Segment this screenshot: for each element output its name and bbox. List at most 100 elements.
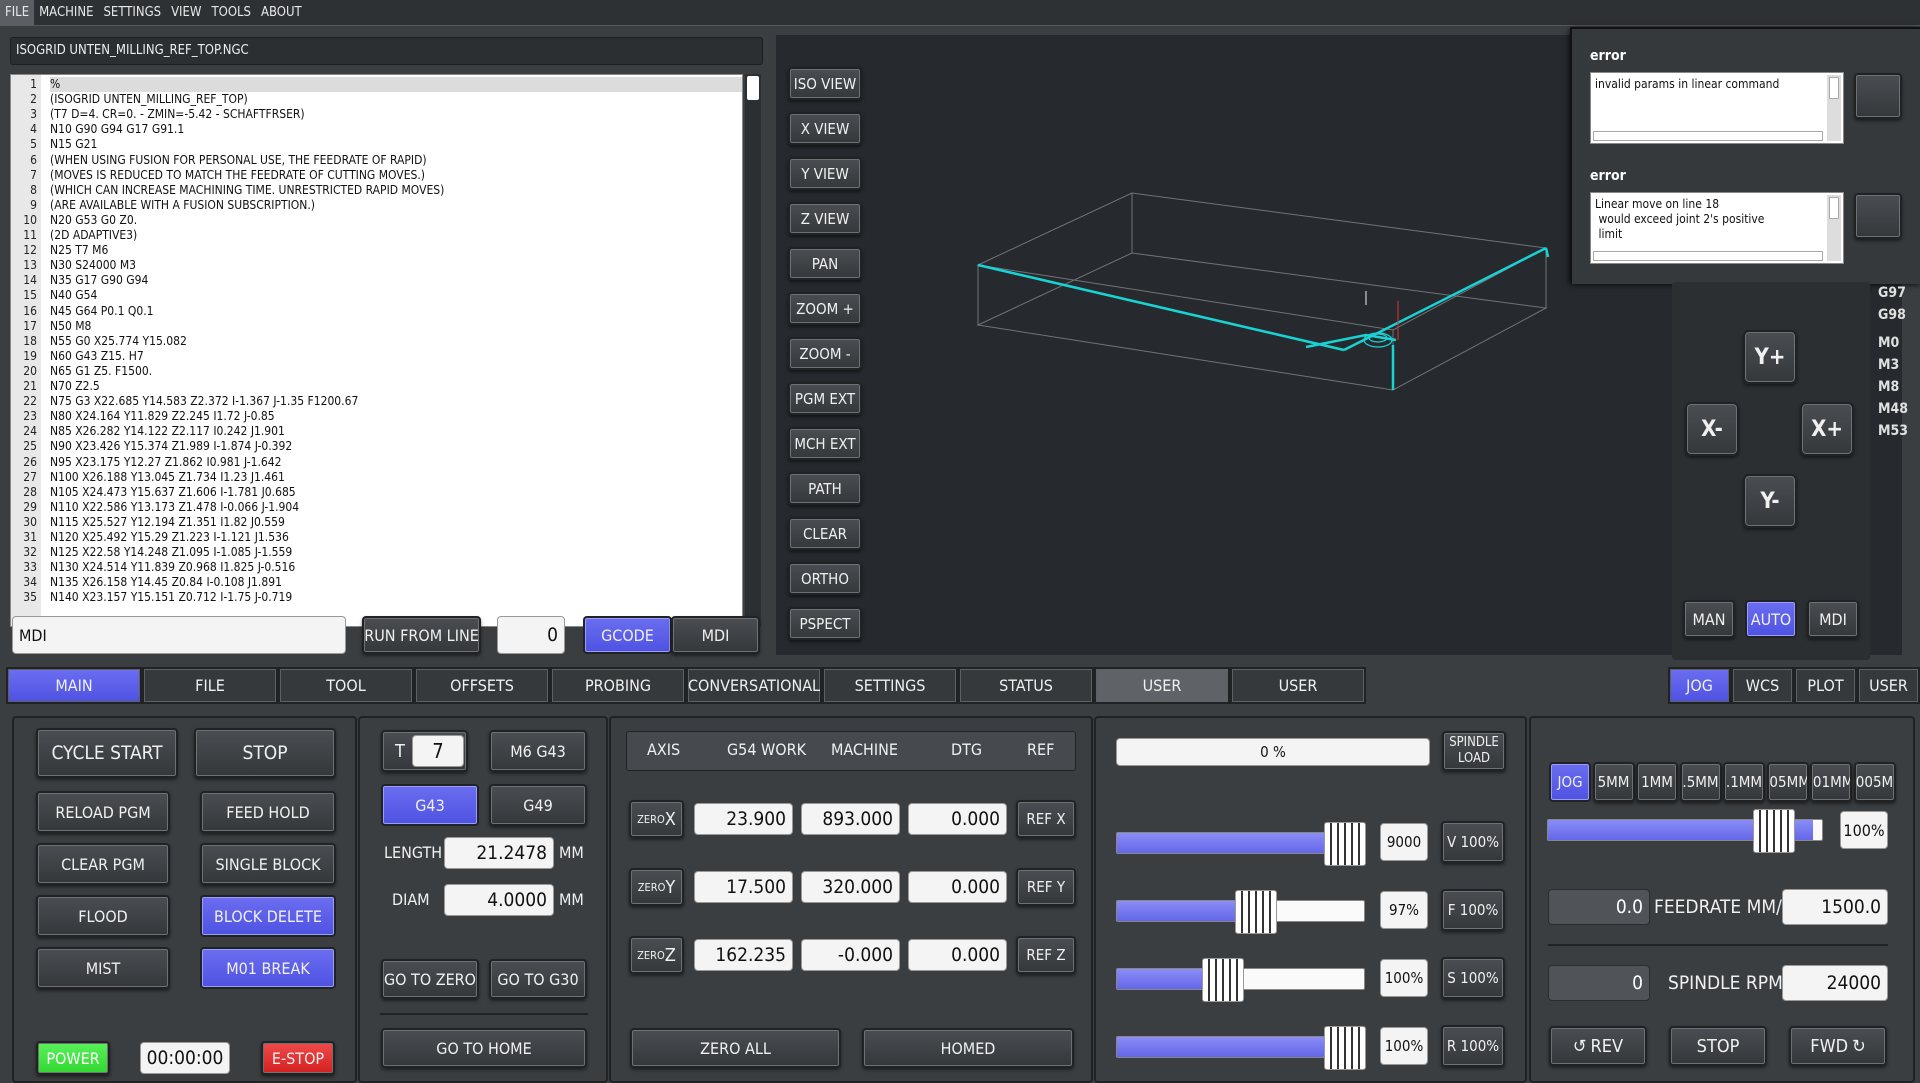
tool-number-field[interactable]: 7 <box>412 735 464 767</box>
feed-override-slider[interactable] <box>1116 890 1365 934</box>
spindle-stop-button[interactable]: STOP <box>1669 1026 1767 1066</box>
right-tab-user[interactable]: USER <box>1857 667 1920 704</box>
spindle-override-slider[interactable] <box>1116 958 1365 1002</box>
gcode-line[interactable]: N120 X25.492 Y15.29 Z1.223 I-1.121 J1.53… <box>50 530 289 545</box>
menu-about[interactable]: ABOUT <box>256 0 307 26</box>
feedrate-value[interactable]: 1500.0 <box>1782 889 1888 925</box>
feed-override-reset-button[interactable]: F 100% <box>1441 889 1505 931</box>
mist-button[interactable]: MIST <box>36 947 170 989</box>
homed-button[interactable]: HOMED <box>862 1028 1074 1068</box>
gcode-line[interactable]: N20 G53 G0 Z0. <box>50 213 137 228</box>
view-button-zoom-[interactable]: ZOOM + <box>788 292 862 325</box>
ref-z-button[interactable]: REF Z <box>1016 936 1076 974</box>
jog-increment-5mm[interactable]: 5MM <box>1592 762 1635 802</box>
gcode-line[interactable]: N125 X22.58 Y14.248 Z1.095 I-1.085 J-1.5… <box>50 545 292 560</box>
zero-all-button[interactable]: ZERO ALL <box>630 1028 841 1068</box>
tab-conversational[interactable]: CONVERSATIONAL <box>686 667 822 704</box>
menu-machine[interactable]: MACHINE <box>34 0 98 26</box>
gcode-line[interactable]: (MOVES IS REDUCED TO MATCH THE FEEDRATE … <box>50 168 425 183</box>
go-to-zero-button[interactable]: GO TO ZERO <box>381 959 479 999</box>
jog-rate-slider[interactable] <box>1547 809 1823 853</box>
error-text-2[interactable]: Linear move on line 18 would exceed join… <box>1590 192 1844 264</box>
spindle-rev-button[interactable]: ↺ REV <box>1549 1026 1647 1066</box>
view-button-path[interactable]: PATH <box>788 472 862 505</box>
tab-offsets[interactable]: OFFSETS <box>414 667 550 704</box>
gcode-line[interactable]: N50 M8 <box>50 319 91 334</box>
rapid-override-slider[interactable] <box>1116 822 1367 866</box>
gcode-line[interactable]: N115 X25.527 Y12.194 Z1.351 I1.82 J0.559 <box>50 515 285 530</box>
view-button-pan[interactable]: PAN <box>788 247 862 280</box>
rapid-2-override-reset-button[interactable]: R 100% <box>1441 1025 1505 1067</box>
clear-pgm-button[interactable]: CLEAR PGM <box>36 843 170 885</box>
gcode-line[interactable]: N75 G3 X22.685 Y14.583 Z2.372 I-1.367 J-… <box>50 394 358 409</box>
right-tab-jog[interactable]: JOG <box>1668 667 1731 704</box>
mode-manual-button[interactable]: MAN <box>1683 600 1735 638</box>
feed-hold-button[interactable]: FEED HOLD <box>200 791 336 833</box>
single-block-button[interactable]: SINGLE BLOCK <box>200 843 336 885</box>
jog-x-minus-button[interactable]: X- <box>1685 402 1739 456</box>
g49-button[interactable]: G49 <box>489 784 587 826</box>
error-dismiss-button-2[interactable] <box>1854 193 1902 239</box>
gcode-line[interactable]: N55 G0 X25.774 Y15.082 <box>50 334 187 349</box>
spindle-rpm-value[interactable]: 24000 <box>1782 965 1888 1001</box>
run-from-line-button[interactable]: RUN FROM LINE <box>362 616 481 654</box>
view-button-y-view[interactable]: Y VIEW <box>788 157 862 190</box>
zero-x-button[interactable]: ZERO X <box>629 800 684 838</box>
gcode-line[interactable]: (WHEN USING FUSION FOR PERSONAL USE, THE… <box>50 153 427 168</box>
gcode-line[interactable]: (2D ADAPTIVE3) <box>50 228 137 243</box>
jog-increment-p5mm[interactable]: .5MM <box>1679 762 1722 802</box>
gcode-line[interactable]: N45 G64 P0.1 Q0.1 <box>50 304 154 319</box>
power-button[interactable]: POWER <box>36 1041 110 1075</box>
gcode-scrollbar[interactable] <box>745 74 761 627</box>
zero-z-button[interactable]: ZERO Z <box>629 936 684 974</box>
go-to-g30-button[interactable]: GO TO G30 <box>489 959 587 999</box>
gcode-viewer[interactable]: 1 2 3 4 5 6 7 8 9 10 11 12 13 14 15 16 17 18 19 20 21 22 23 24 2… <box>10 74 743 627</box>
slider-handle[interactable] <box>1324 1026 1367 1070</box>
gcode-line[interactable]: N70 Z2.5 <box>50 379 100 394</box>
tab-gcode[interactable]: GCODE <box>583 616 672 654</box>
menu-file[interactable]: FILE <box>0 0 35 26</box>
jog-rate-handle[interactable] <box>1752 809 1795 853</box>
gcode-line[interactable]: N105 X24.473 Y15.637 Z1.606 I-1.781 J0.6… <box>50 485 296 500</box>
right-tab-wcs[interactable]: WCS <box>1731 667 1794 704</box>
gcode-line[interactable]: N95 X23.175 Y12.27 Z1.862 I0.981 J-1.642 <box>50 455 282 470</box>
jog-increment-jog[interactable]: JOG <box>1549 762 1591 802</box>
gcode-line[interactable]: N35 G17 G90 G94 <box>50 273 148 288</box>
tab-user-2[interactable]: USER <box>1230 667 1366 704</box>
tab-status[interactable]: STATUS <box>958 667 1094 704</box>
menu-view[interactable]: VIEW <box>166 0 206 26</box>
tab-user[interactable]: USER <box>1094 667 1230 704</box>
jog-y-minus-button[interactable]: Y- <box>1743 474 1797 528</box>
slider-handle[interactable] <box>1234 890 1277 934</box>
gcode-line[interactable]: (WHICH CAN INCREASE MACHINING TIME. UNRE… <box>50 183 444 198</box>
estop-button[interactable]: E-STOP <box>261 1041 335 1075</box>
go-to-home-button[interactable]: GO TO HOME <box>381 1028 587 1068</box>
block-delete-button[interactable]: BLOCK DELETE <box>200 895 336 937</box>
view-button-mch-ext[interactable]: MCH EXT <box>788 427 862 460</box>
gcode-line[interactable]: N25 T7 M6 <box>50 243 108 258</box>
menu-tools[interactable]: TOOLS <box>206 0 256 26</box>
gcode-line[interactable]: N40 G54 <box>50 288 97 303</box>
slider-handle[interactable] <box>1324 822 1367 866</box>
right-tab-plot[interactable]: PLOT <box>1794 667 1857 704</box>
gcode-line[interactable]: (T7 D=4. CR=0. - ZMIN=-5.42 - SCHAFTFRSE… <box>50 107 305 122</box>
gcode-scroll-thumb[interactable] <box>747 76 759 100</box>
view-button-clear[interactable]: CLEAR <box>788 517 862 550</box>
gcode-line[interactable]: N15 G21 <box>50 137 97 152</box>
gcode-line[interactable]: N80 X24.164 Y11.829 Z2.245 I1.72 J-0.85 <box>50 409 275 424</box>
run-line-number[interactable]: 0 <box>497 616 565 654</box>
gcode-line[interactable]: (ARE AVAILABLE WITH A FUSION SUBSCRIPTIO… <box>50 198 315 213</box>
spindle-override-reset-button[interactable]: S 100% <box>1441 957 1505 999</box>
cycle-start-button[interactable]: CYCLE START <box>36 728 178 778</box>
menu-settings[interactable]: SETTINGS <box>99 0 167 26</box>
gcode-line[interactable]: N10 G90 G94 G17 G91.1 <box>50 122 184 137</box>
jog-increment-p01mm[interactable]: .01MM <box>1810 762 1852 802</box>
error-dismiss-button-1[interactable] <box>1854 73 1902 119</box>
g43-button[interactable]: G43 <box>381 784 479 826</box>
rapid-override-reset-button[interactable]: V 100% <box>1441 821 1505 863</box>
mdi-input[interactable]: MDI <box>12 616 346 654</box>
tab-tool[interactable]: TOOL <box>278 667 414 704</box>
mode-auto-button[interactable]: AUTO <box>1745 600 1797 638</box>
gcode-line[interactable]: % <box>50 77 742 92</box>
m01-break-button[interactable]: M01 BREAK <box>200 947 336 989</box>
